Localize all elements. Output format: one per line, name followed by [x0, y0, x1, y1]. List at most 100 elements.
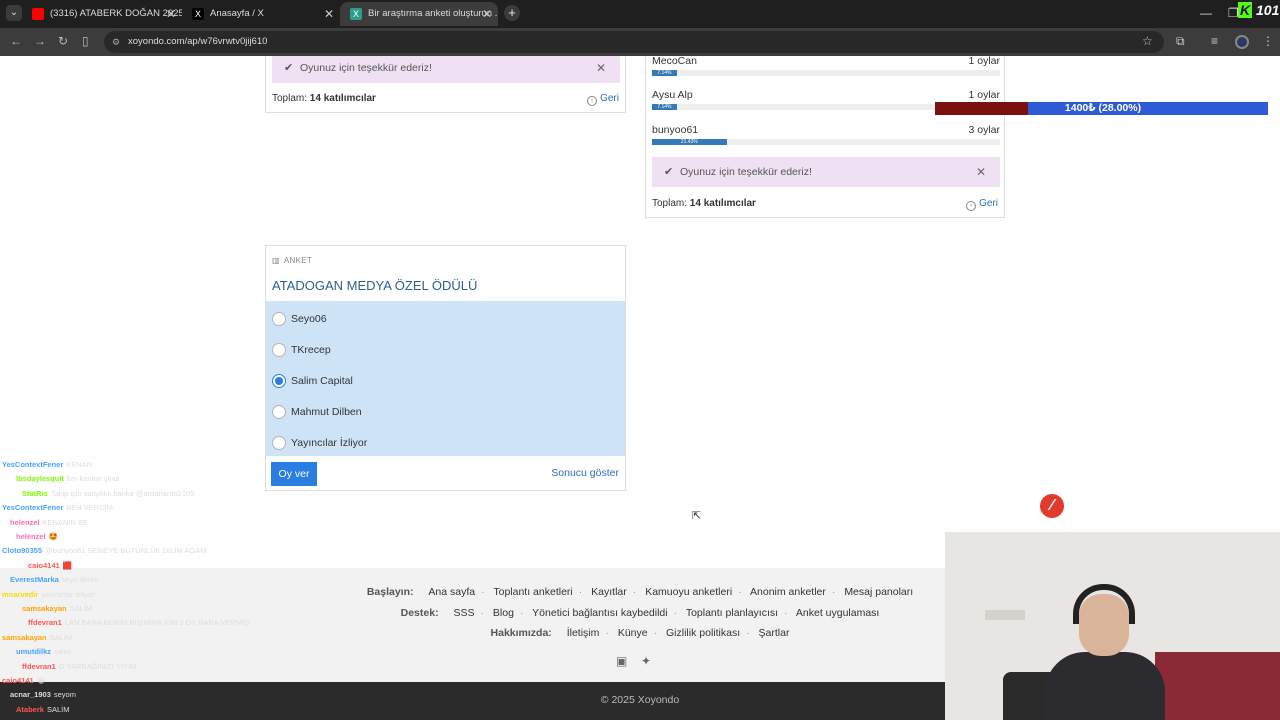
option-label: Salim Capital — [291, 375, 353, 387]
footer-link[interactable]: Kayıtlar — [591, 586, 627, 598]
site-info-icon[interactable]: ⚙ — [112, 31, 120, 53]
poll-kicker-text: ANKET — [283, 256, 313, 265]
chat-message: StatRis Takip için sarşılıklı banka @arda… — [22, 489, 194, 498]
back-label: Geri — [600, 93, 619, 104]
footer-heading: Başlayın: — [366, 586, 414, 598]
poll-options: Seyo06 TKrecep Salim Capital Mahmut Dilb… — [266, 301, 625, 456]
poll-option[interactable]: Salim Capital — [272, 371, 612, 391]
chat-text: 🤩 — [48, 532, 58, 541]
radio-button[interactable] — [272, 343, 286, 357]
webcam-shelf — [985, 610, 1025, 620]
chat-username: samsakayan — [22, 604, 67, 613]
twitter-icon[interactable]: ✦ — [641, 654, 651, 668]
poll-option[interactable]: Seyo06 — [272, 309, 612, 329]
show-results-link[interactable]: Sonucu göster — [551, 467, 619, 479]
footer-link[interactable]: Anket uygulaması — [796, 607, 879, 619]
minimize-icon[interactable]: — — [1200, 0, 1212, 26]
close-icon[interactable]: ✕ — [166, 2, 176, 26]
chat-text: 😂 — [36, 676, 46, 685]
footer-link[interactable]: Toplantı planlayıcısı — [686, 607, 778, 619]
chat-text: SALİM — [46, 704, 70, 714]
chat-username: ffdevran1 — [22, 661, 56, 671]
radio-button[interactable] — [272, 436, 286, 450]
chat-text: yayıncılar izliyor — [41, 589, 95, 599]
footer-link[interactable]: Yönetici bağlantısı kaybedildi — [532, 607, 667, 619]
chat-message: mnarvedir yayıncılar izliyor — [2, 590, 95, 599]
chat-message: lbsdaylesquit bm kanton çindi — [16, 474, 119, 483]
chat-message: Cloto90355 @bunyoo61 SENEYE BÜTÜNLÜK DİLİ… — [2, 546, 206, 555]
forward-arrow-icon[interactable]: → — [34, 34, 46, 48]
chat-message: caio4141 😂 — [2, 676, 45, 685]
close-icon[interactable]: ✕ — [324, 2, 334, 26]
total-label: Toplam: — [272, 93, 308, 104]
chat-username: mnarvedir — [2, 589, 39, 599]
facebook-icon[interactable]: ▣ — [616, 654, 627, 668]
footer-link[interactable]: Anonim anketler — [750, 586, 826, 598]
poll-option[interactable]: TKrecep — [272, 340, 612, 360]
result-name: Aysu Alp — [652, 89, 693, 101]
chat-username: helenzel — [16, 532, 46, 541]
extensions-icon[interactable]: ⧉ — [1176, 34, 1185, 49]
bookmark-star-icon[interactable]: ☆ — [1142, 34, 1153, 48]
radio-button[interactable] — [272, 405, 286, 419]
footer-link[interactable]: Mesaj panoları — [844, 586, 913, 598]
tab-label: Bir araştırma anketi oluşturun ... — [368, 8, 498, 19]
chat-text: 🟥 — [62, 560, 73, 570]
menu-icon[interactable]: ⋮ — [1262, 34, 1274, 48]
chat-message: umutdilkz salim — [16, 647, 72, 656]
poll-title: ATADOGAN MEDYA ÖZEL ÖDÜLÜ — [272, 278, 478, 293]
option-label: Seyo06 — [291, 313, 327, 325]
footer-link[interactable]: Şartlar — [759, 627, 790, 639]
footer-link[interactable]: Toplantı anketleri — [493, 586, 572, 598]
chat-username: samsakayan — [2, 632, 47, 642]
sidebar-icon[interactable]: ▯ — [82, 34, 89, 48]
result-fill: 7.14% — [652, 104, 677, 110]
thanks-text: Oyunuz için teşekkür ederiz! — [300, 62, 432, 74]
back-link[interactable]: ‹ Geri — [966, 198, 998, 211]
back-link[interactable]: ‹ Geri — [587, 93, 619, 106]
close-icon[interactable]: ✕ — [482, 2, 492, 26]
footer-heading: Hakkımızda: — [490, 627, 552, 639]
tab-search-icon[interactable]: ⌄ — [6, 5, 22, 21]
poll-results-card-left: ✔ Oyunuz için teşekkür ederiz! ✕ Toplam:… — [265, 56, 626, 113]
chat-text: BEN VERDİM — [66, 503, 113, 513]
poll-option[interactable]: Mahmut Dilben — [272, 402, 612, 422]
chat-username: YesContextFener — [2, 503, 64, 513]
total-value: 14 katılımcılar — [689, 198, 756, 209]
radio-button[interactable] — [272, 312, 286, 326]
close-icon[interactable]: ✕ — [596, 56, 606, 83]
chat-text: seyom — [53, 690, 76, 700]
close-icon[interactable]: ✕ — [976, 157, 986, 187]
chat-message: helenzel KENANIN BE — [10, 518, 88, 527]
radio-button-selected[interactable] — [272, 374, 286, 388]
chat-text: bm kanton çindi — [66, 474, 120, 484]
chat-username: Ataberk — [16, 704, 44, 714]
footer-link[interactable]: Gizlilik politikası — [666, 627, 740, 639]
footer-link[interactable]: Ana sayfa — [428, 586, 475, 598]
reload-icon[interactable]: ↻ — [58, 34, 68, 48]
footer-link[interactable]: Kamuoyu anketleri — [645, 586, 732, 598]
poll-option[interactable]: Yayıncılar İzliyor — [272, 433, 612, 453]
footer-link[interactable]: SSS — [453, 607, 474, 619]
tab-xoyondo[interactable]: X Bir araştırma anketi oluşturun ... ✕ — [340, 2, 498, 26]
option-label: Yayıncılar İzliyor — [291, 437, 368, 449]
footer-link[interactable]: Blog — [493, 607, 514, 619]
chat-username: lbsdaylesquit — [16, 474, 64, 484]
vote-button[interactable]: Oy ver — [271, 462, 317, 486]
footer-link[interactable]: Künye — [618, 627, 648, 639]
new-tab-button[interactable]: + — [504, 5, 520, 21]
chat-text: O YARRAĞINIZI YİYİM — [58, 661, 137, 671]
total-value: 14 katılımcılar — [309, 93, 376, 104]
back-label: Geri — [979, 198, 998, 209]
profile-avatar[interactable] — [1235, 35, 1249, 49]
chart-icon: ▥ — [272, 256, 280, 265]
donation-goal-bar: 1400₺ (28.00%) — [935, 102, 1268, 115]
footer-link[interactable]: İletişim — [567, 627, 600, 639]
result-bar: 7.14% — [652, 70, 1000, 76]
tab-youtube[interactable]: (3316) ATABERK DOĞAN 2025 ... ✕ — [22, 2, 182, 26]
media-icon[interactable]: ≡ — [1211, 34, 1218, 48]
tab-x[interactable]: X Anasayfa / X ✕ — [182, 2, 340, 26]
chat-message: EverestMarka seyo derim — [10, 575, 98, 584]
url-field[interactable]: ⚙ xoyondo.com/ap/w76vrwtv0jij610 — [104, 31, 1164, 53]
back-arrow-icon[interactable]: ← — [10, 34, 22, 48]
